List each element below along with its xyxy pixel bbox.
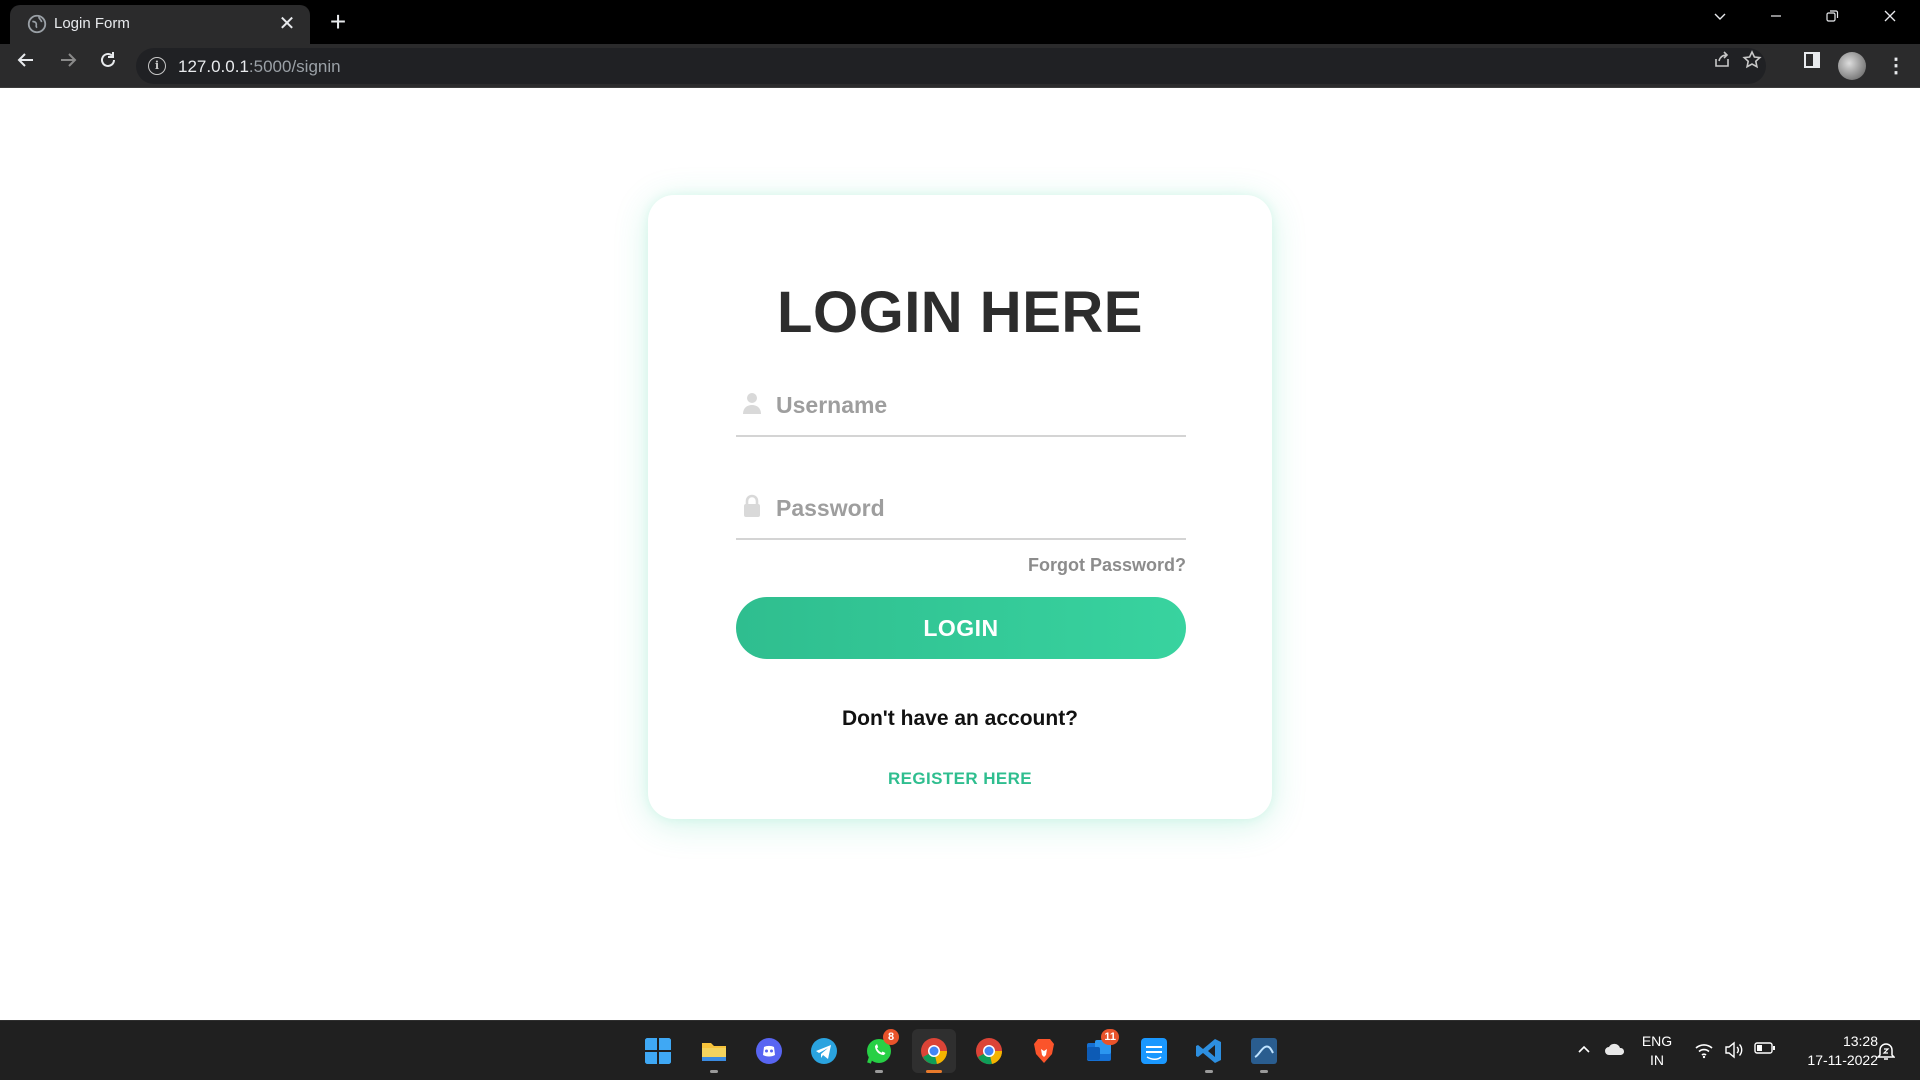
password-field bbox=[736, 480, 1186, 540]
more-menu-icon[interactable]: ⋮ bbox=[1880, 50, 1912, 82]
running-indicator bbox=[710, 1070, 718, 1073]
vscode-icon bbox=[1196, 1039, 1221, 1063]
forward-arrow-icon[interactable] bbox=[52, 50, 84, 82]
new-tab-button[interactable]: + bbox=[322, 6, 354, 38]
clock-date: 17-11-2022 bbox=[1807, 1052, 1878, 1068]
chrome-icon bbox=[921, 1038, 948, 1065]
taskbar-app-brave[interactable] bbox=[1022, 1029, 1066, 1073]
address-bar[interactable]: i 127.0.0.1:5000/signin bbox=[136, 48, 1766, 84]
restore-icon[interactable] bbox=[1810, 4, 1854, 36]
tab-search-icon[interactable] bbox=[1698, 4, 1742, 36]
battery-icon[interactable] bbox=[1754, 1041, 1775, 1061]
lock-icon bbox=[744, 494, 760, 517]
start-button[interactable] bbox=[636, 1029, 680, 1073]
language-code: ENG bbox=[1641, 1033, 1673, 1049]
username-input[interactable] bbox=[776, 385, 1176, 425]
share-icon[interactable] bbox=[1706, 50, 1738, 82]
taskbar-app-vscode[interactable] bbox=[1187, 1029, 1231, 1073]
url-host: 127.0.0.1 bbox=[178, 57, 249, 76]
taskbar-app-chrome-profile[interactable] bbox=[967, 1029, 1011, 1073]
page-title: LOGIN HERE bbox=[777, 280, 1143, 345]
database-icon bbox=[1251, 1038, 1277, 1064]
language-indicator[interactable]: ENG IN bbox=[1640, 1032, 1674, 1070]
profile-avatar[interactable] bbox=[1838, 52, 1866, 80]
chrome-icon bbox=[976, 1038, 1003, 1065]
clock-time: 13:28 bbox=[1842, 1033, 1878, 1049]
page-viewport: LOGIN HERE Forgot Password? LOGIN Don't … bbox=[0, 88, 1920, 1020]
chevron-up-icon[interactable] bbox=[1574, 1041, 1594, 1061]
browser-tab-strip: Login Form ✕ + bbox=[0, 0, 1920, 44]
url-path: :5000/signin bbox=[248, 57, 341, 76]
register-link[interactable]: REGISTER HERE bbox=[648, 769, 1272, 789]
running-indicator bbox=[1205, 1070, 1213, 1073]
close-tab-icon[interactable]: ✕ bbox=[274, 11, 300, 37]
back-arrow-icon[interactable] bbox=[10, 50, 42, 82]
browser-toolbar: i 127.0.0.1:5000/signin ⋮ bbox=[0, 44, 1920, 88]
minimize-icon[interactable] bbox=[1754, 4, 1798, 36]
taskbar-app-whatsapp[interactable]: 8 bbox=[857, 1029, 901, 1073]
windows-logo-icon bbox=[645, 1038, 671, 1064]
region-code: IN bbox=[1650, 1052, 1664, 1068]
password-input[interactable] bbox=[776, 488, 1176, 528]
notification-badge: 8 bbox=[883, 1029, 899, 1045]
user-icon bbox=[743, 393, 761, 414]
taskbar-app-prime-video[interactable] bbox=[1132, 1029, 1176, 1073]
globe-icon bbox=[27, 14, 47, 34]
taskbar-app-mail[interactable]: 11 bbox=[1077, 1029, 1121, 1073]
folder-icon bbox=[702, 1043, 726, 1061]
running-indicator bbox=[926, 1070, 942, 1073]
url-text[interactable]: 127.0.0.1:5000/signin bbox=[178, 57, 341, 77]
volume-icon[interactable] bbox=[1724, 1041, 1744, 1061]
wifi-icon[interactable] bbox=[1694, 1041, 1714, 1061]
taskbar-app-discord[interactable] bbox=[747, 1029, 791, 1073]
login-card: LOGIN HERE Forgot Password? LOGIN Don't … bbox=[648, 195, 1272, 819]
onedrive-cloud-icon[interactable] bbox=[1604, 1041, 1625, 1061]
reload-icon[interactable] bbox=[92, 50, 124, 82]
running-indicator bbox=[875, 1070, 883, 1073]
notification-bell-icon[interactable] bbox=[1876, 1041, 1896, 1061]
taskbar-app-telegram[interactable] bbox=[802, 1029, 846, 1073]
side-panel-icon[interactable] bbox=[1796, 50, 1828, 82]
prime-video-icon bbox=[1141, 1038, 1167, 1064]
tab-title: Login Form bbox=[54, 15, 130, 32]
notification-badge: 11 bbox=[1101, 1029, 1119, 1045]
running-indicator bbox=[1260, 1070, 1268, 1073]
taskbar: 8 11 ENG IN 13:28 17-11-2022 bbox=[0, 1020, 1920, 1080]
browser-tab[interactable]: Login Form ✕ bbox=[10, 5, 310, 44]
site-info-icon[interactable]: i bbox=[148, 57, 166, 75]
brave-lion-icon bbox=[1034, 1039, 1054, 1063]
username-field bbox=[736, 377, 1186, 437]
forgot-password-link[interactable]: Forgot Password? bbox=[1028, 555, 1186, 576]
bookmark-star-icon[interactable] bbox=[1736, 50, 1768, 82]
close-window-icon[interactable] bbox=[1868, 4, 1912, 36]
taskbar-app-chrome-active[interactable] bbox=[912, 1029, 956, 1073]
telegram-icon bbox=[811, 1038, 837, 1064]
login-button[interactable]: LOGIN bbox=[736, 597, 1186, 659]
no-account-text: Don't have an account? bbox=[841, 707, 1079, 730]
clock[interactable]: 13:28 17-11-2022 bbox=[1788, 1032, 1878, 1070]
discord-icon bbox=[756, 1038, 782, 1064]
taskbar-app-mysql[interactable] bbox=[1242, 1029, 1286, 1073]
taskbar-app-file-explorer[interactable] bbox=[692, 1029, 736, 1073]
